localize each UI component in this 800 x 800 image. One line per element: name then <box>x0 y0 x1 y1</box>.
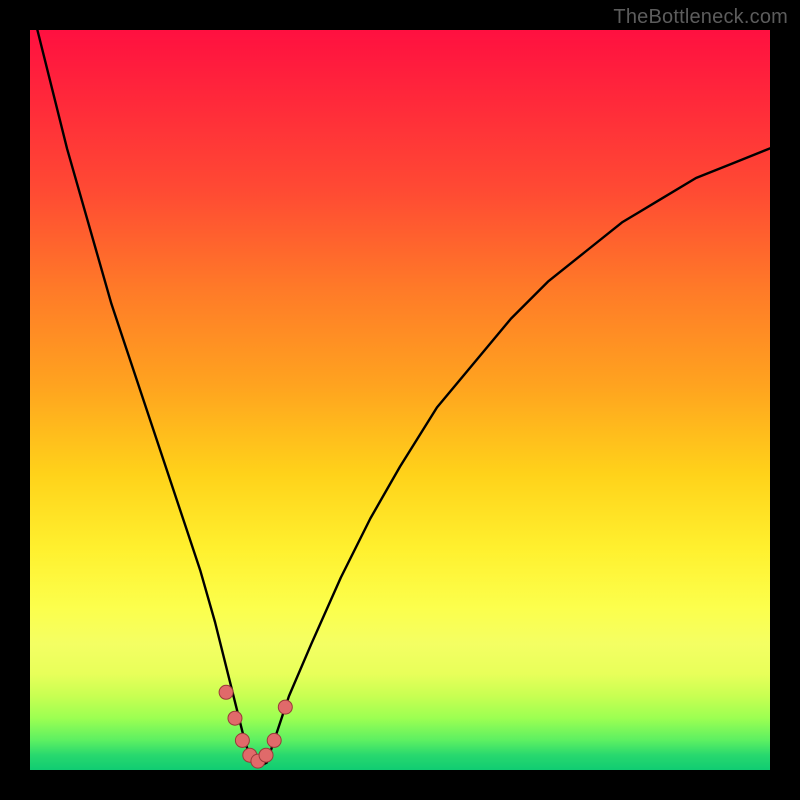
curve-layer <box>37 30 770 766</box>
marker-dot <box>278 700 292 714</box>
marker-dots <box>219 685 292 768</box>
marker-dot <box>259 748 273 762</box>
chart-svg <box>30 30 770 770</box>
marker-dot <box>267 733 281 747</box>
marker-dot <box>219 685 233 699</box>
plot-area <box>30 30 770 770</box>
bottleneck-curve <box>37 30 770 766</box>
outer-frame: TheBottleneck.com <box>0 0 800 800</box>
marker-dot <box>228 711 242 725</box>
watermark-text: TheBottleneck.com <box>613 6 788 29</box>
marker-dot <box>235 733 249 747</box>
